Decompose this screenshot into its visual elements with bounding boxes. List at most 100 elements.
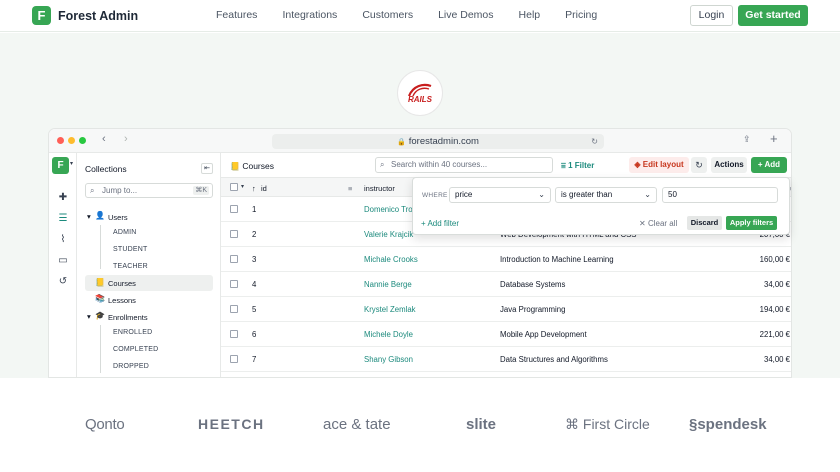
url-text: forestadmin.com: [408, 136, 479, 147]
column-filter-icon[interactable]: ≡: [348, 184, 352, 193]
segment-dropped[interactable]: DROPPED: [113, 363, 149, 370]
logo-slite: slite: [466, 416, 497, 433]
collection-enrollments[interactable]: Enrollments: [108, 313, 148, 322]
maximize-dot-icon: [79, 137, 86, 144]
users-chevron-icon[interactable]: ▾: [87, 212, 91, 221]
row-checkbox[interactable]: [230, 355, 238, 363]
back-arrow-icon[interactable]: ‹: [102, 133, 106, 145]
filter-field-value: price: [455, 190, 473, 199]
clear-all-button[interactable]: ✕ Clear all: [639, 219, 677, 228]
project-logo-icon[interactable]: F: [52, 157, 69, 174]
segment-completed[interactable]: COMPLETED: [113, 346, 158, 353]
nav-pricing[interactable]: Pricing: [565, 9, 597, 21]
filter-field-select[interactable]: price ⌄: [449, 187, 551, 203]
segment-student[interactable]: STUDENT: [113, 246, 147, 253]
new-tab-icon[interactable]: +: [770, 131, 778, 146]
collection-users[interactable]: Users: [108, 213, 128, 222]
login-button[interactable]: Login: [690, 5, 733, 26]
reload-icon[interactable]: ↻: [591, 134, 598, 149]
customer-logos: Qonto HEETCH ace & tate slite ⌘ First Ci…: [0, 378, 840, 472]
cell-instructor[interactable]: Valerie Krajcik: [364, 230, 413, 239]
nav-live-demos[interactable]: Live Demos: [438, 9, 493, 21]
forward-arrow-icon[interactable]: ›: [124, 133, 128, 145]
cell-instructor[interactable]: Michale Crooks: [364, 255, 418, 264]
cell-instructor[interactable]: Nannie Berge: [364, 280, 412, 289]
table-row[interactable]: 5 Krystel Zemlak Java Programming 194,00…: [221, 297, 791, 322]
discard-button[interactable]: Discard: [687, 216, 722, 230]
column-id[interactable]: id: [261, 184, 267, 193]
search-placeholder: Search within 40 courses...: [391, 160, 488, 169]
analytics-icon[interactable]: ⌇: [56, 233, 70, 247]
cell-instructor[interactable]: Shany Gibson: [364, 355, 413, 364]
table-search-input[interactable]: ⌕ Search within 40 courses...: [375, 157, 553, 173]
row-checkbox[interactable]: [230, 230, 238, 238]
filter-icon: ⩸: [561, 161, 566, 170]
row-checkbox[interactable]: [230, 205, 238, 213]
select-all-checkbox[interactable]: [230, 183, 238, 191]
list-icon[interactable]: ☰: [56, 212, 70, 226]
collapse-panel-icon[interactable]: ⇤: [201, 163, 213, 174]
puzzle-icon[interactable]: ✚: [56, 191, 70, 205]
filter-operator-select[interactable]: is greater than ⌄: [555, 187, 657, 203]
select-menu-chevron-icon[interactable]: ▾: [241, 183, 244, 190]
rails-logo-icon[interactable]: RAILS: [397, 70, 443, 116]
main-nav: Features Integrations Customers Live Dem…: [216, 9, 622, 21]
cell-price: 221,00 €: [759, 330, 790, 339]
nav-help[interactable]: Help: [519, 9, 541, 21]
row-checkbox[interactable]: [230, 305, 238, 313]
filter-button[interactable]: ⩸ 1 Filter: [561, 161, 594, 171]
filter-operator-value: is greater than: [561, 190, 613, 199]
cell-instructor[interactable]: Krystel Zemlak: [364, 305, 416, 314]
rails-label: RAILS: [408, 94, 432, 104]
actions-button[interactable]: Actions: [711, 157, 747, 173]
column-instructor[interactable]: instructor: [364, 184, 395, 193]
add-record-button[interactable]: + Add: [751, 157, 787, 173]
edit-layout-button[interactable]: ◈ Edit layout: [629, 157, 689, 173]
nav-features[interactable]: Features: [216, 9, 257, 21]
browser-chrome: ‹ › 🔒 forestadmin.com ↻ ⇪ +: [49, 129, 791, 153]
tree-guide: [100, 225, 101, 269]
forest-admin-logo[interactable]: F Forest Admin: [32, 6, 138, 25]
table-row[interactable]: 3 Michale Crooks Introduction to Machine…: [221, 247, 791, 272]
row-checkbox[interactable]: [230, 330, 238, 338]
history-icon[interactable]: ↺: [56, 275, 70, 289]
filter-value-input[interactable]: 50: [662, 187, 778, 203]
sort-asc-icon[interactable]: ↑: [252, 184, 256, 193]
apply-filters-button[interactable]: Apply filters: [726, 216, 777, 230]
table-toolbar: 📒 Courses ⌕ Search within 40 courses... …: [221, 153, 791, 177]
cell-title: Data Structures and Algorithms: [500, 355, 608, 364]
collection-lessons[interactable]: Lessons: [108, 296, 136, 305]
nav-customers[interactable]: Customers: [362, 9, 413, 21]
cell-instructor[interactable]: Michele Doyle: [364, 330, 413, 339]
collection-courses[interactable]: Courses: [108, 279, 136, 288]
add-filter-button[interactable]: + Add filter: [421, 219, 459, 228]
share-icon[interactable]: ⇪: [743, 134, 751, 145]
nav-integrations[interactable]: Integrations: [282, 9, 337, 21]
segment-enrolled[interactable]: ENROLLED: [113, 329, 152, 336]
layout-icon: ◈: [634, 160, 641, 169]
row-checkbox[interactable]: [230, 280, 238, 288]
segment-teacher[interactable]: TEACHER: [113, 263, 148, 270]
collection-title-text: Courses: [242, 161, 274, 171]
get-started-button[interactable]: Get started: [738, 5, 808, 26]
table-row[interactable]: 4 Nannie Berge Database Systems 34,00 €: [221, 272, 791, 297]
first-circle-mark-icon: ⌘: [565, 416, 579, 432]
close-icon: ✕: [639, 219, 646, 228]
inbox-icon[interactable]: ▭: [56, 254, 70, 268]
url-bar[interactable]: 🔒 forestadmin.com ↻: [272, 134, 604, 149]
filter-label: 1 Filter: [568, 161, 595, 170]
table-row[interactable]: 6 Michele Doyle Mobile App Development 2…: [221, 322, 791, 347]
cell-id: 3: [252, 255, 257, 264]
minimize-dot-icon: [68, 137, 75, 144]
enrollments-chevron-icon[interactable]: ▾: [87, 312, 91, 321]
refresh-button[interactable]: ↻: [691, 157, 707, 173]
row-checkbox[interactable]: [230, 255, 238, 263]
cell-title: Introduction to Machine Learning: [500, 255, 614, 264]
cell-price: 34,00 €: [763, 280, 790, 289]
project-dropdown-icon[interactable]: ▾: [70, 160, 73, 167]
jump-to-input[interactable]: ⌕ Jump to... ⌘K: [85, 183, 213, 198]
collection-title: 📒 Courses: [230, 161, 274, 171]
cell-id: 5: [252, 305, 257, 314]
table-row[interactable]: 7 Shany Gibson Data Structures and Algor…: [221, 347, 791, 372]
segment-admin[interactable]: ADMIN: [113, 229, 137, 236]
